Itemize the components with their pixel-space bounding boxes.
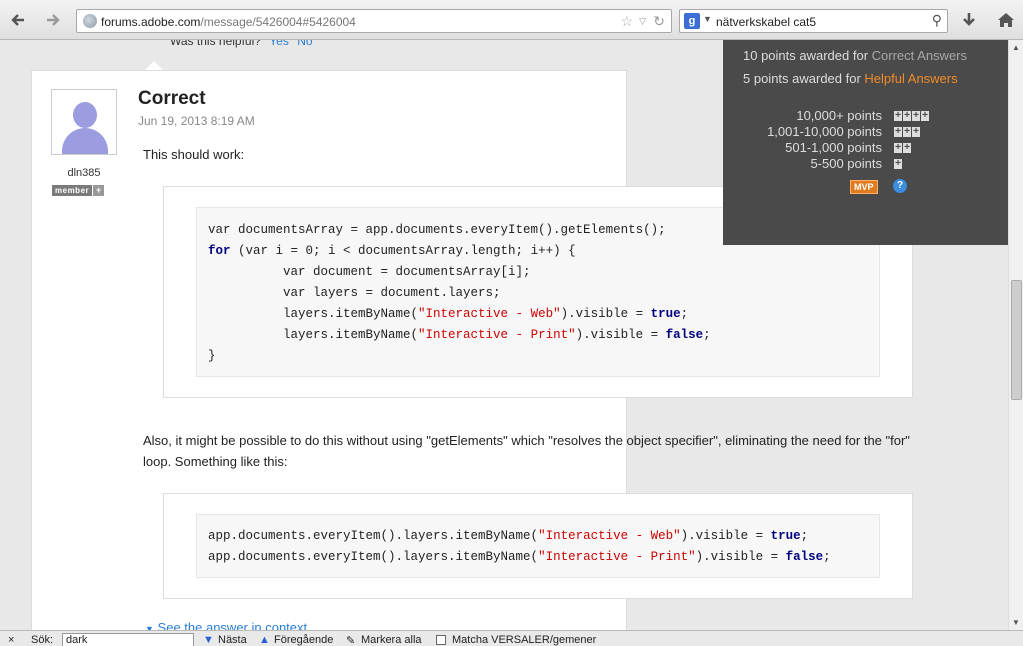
search-bar[interactable]: g ▼ nätverkskabel cat5 ⚲ xyxy=(679,9,948,33)
download-arrow-icon xyxy=(963,13,975,26)
find-input[interactable]: dark xyxy=(62,633,194,646)
home-icon xyxy=(998,13,1014,27)
correct-points-row: 10 points awarded for Correct Answers xyxy=(743,48,967,63)
url-domain: forums.adobe.com xyxy=(101,15,201,29)
rank-badge: member + xyxy=(52,185,105,196)
code-line: app.documents.everyItem().layers.itemByN… xyxy=(208,529,809,543)
middle-text: Also, it might be possible to do this wi… xyxy=(143,433,910,469)
scroll-thumb[interactable] xyxy=(1011,280,1022,400)
match-case-label: Matcha VERSALER/gemener xyxy=(452,634,597,646)
highlight-all-button[interactable]: Markera alla xyxy=(361,634,422,646)
find-next-button[interactable]: Nästa xyxy=(218,634,247,646)
back-arrow-icon xyxy=(11,14,24,26)
match-case-checkbox[interactable] xyxy=(436,635,446,645)
globe-icon xyxy=(83,14,97,28)
helpful-yes-link[interactable]: Yes xyxy=(269,40,289,48)
url-text: forums.adobe.com/message/5426004#5426004 xyxy=(101,15,356,29)
points-level-badge: + + + xyxy=(894,126,920,137)
address-bar[interactable]: forums.adobe.com/message/5426004#5426004… xyxy=(76,9,672,33)
points-level-label: 10,000+ points xyxy=(796,108,882,123)
points-level-badge: + + xyxy=(894,142,911,153)
find-label: Sök: xyxy=(31,634,54,646)
helpful-points-text: 5 points awarded for xyxy=(743,71,865,86)
code-line: layers.itemByName("Interactive - Web").v… xyxy=(208,307,689,321)
code-block-2-inner: app.documents.everyItem().layers.itemByN… xyxy=(196,514,880,578)
code-line: var layers = document.layers; xyxy=(208,286,501,300)
code-line: layers.itemByName("Interactive - Print")… xyxy=(208,328,711,342)
code-line: } xyxy=(208,349,216,363)
helpful-no-link[interactable]: No xyxy=(297,40,312,48)
helpful-answers-link[interactable]: Helpful Answers xyxy=(864,71,957,86)
points-level-label: 5-500 points xyxy=(810,156,882,171)
avatar-head xyxy=(73,102,97,128)
helpful-row: Was this helpful? Yes No xyxy=(170,40,313,48)
points-level-badge: + xyxy=(894,158,902,169)
mvp-badge: MVP xyxy=(850,180,878,194)
answer-in-context-link[interactable]: ▼ See the answer in context xyxy=(145,620,307,630)
close-icon[interactable]: × xyxy=(8,634,14,646)
back-button[interactable] xyxy=(7,9,29,31)
find-bar: × Sök: dark ▼ Nästa ▲ Föregående ✎ Marke… xyxy=(0,630,1023,646)
reload-icon[interactable]: ↻ xyxy=(653,13,665,30)
plus-icon: + xyxy=(93,185,105,196)
arrow-down-icon: ▼ xyxy=(203,634,214,646)
search-query[interactable]: nätverkskabel cat5 xyxy=(716,15,816,29)
points-level-label: 501-1,000 points xyxy=(785,140,882,155)
search-icon[interactable]: ⚲ xyxy=(932,12,942,29)
page-content: Was this helpful? Yes No dln385 member +… xyxy=(0,40,1008,630)
answer-link-label: See the answer in context xyxy=(157,620,308,630)
points-level-label: 1,001-10,000 points xyxy=(767,124,882,139)
code-listing-2: app.documents.everyItem().layers.itemByN… xyxy=(208,526,879,568)
home-button[interactable] xyxy=(995,9,1017,31)
post-date: Jun 19, 2013 8:19 AM xyxy=(138,114,255,128)
download-button[interactable] xyxy=(958,9,980,31)
correct-answers-link[interactable]: Correct Answers xyxy=(872,48,967,63)
chevron-down-icon[interactable]: ▽ xyxy=(639,16,646,27)
code-block-2: app.documents.everyItem().layers.itemByN… xyxy=(163,493,913,599)
scroll-down-icon[interactable]: ▼ xyxy=(1012,618,1020,627)
rank-label: member xyxy=(52,185,93,196)
helpful-label: Was this helpful? xyxy=(170,40,261,48)
code-line: var document = documentsArray[i]; xyxy=(208,265,531,279)
code-line: app.documents.everyItem().layers.itemByN… xyxy=(208,550,831,564)
post-title: Correct xyxy=(138,88,206,109)
forward-arrow-icon xyxy=(47,14,60,26)
helpful-points-row: 5 points awarded for Helpful Answers xyxy=(743,71,958,86)
url-path: /message/5426004#5426004 xyxy=(200,15,356,29)
avatar[interactable] xyxy=(51,89,117,155)
avatar-body xyxy=(62,128,108,154)
find-previous-button[interactable]: Föregående xyxy=(274,634,333,646)
scroll-up-icon[interactable]: ▲ xyxy=(1012,43,1020,52)
browser-toolbar: forums.adobe.com/message/5426004#5426004… xyxy=(0,0,1023,40)
forward-button[interactable] xyxy=(42,9,64,31)
points-sidebar: 10 points awarded for Correct Answers 5 … xyxy=(723,40,1008,245)
star-icon[interactable]: ☆ xyxy=(620,13,633,30)
search-engine-icon[interactable]: g xyxy=(684,13,700,29)
highlight-icon: ✎ xyxy=(346,635,356,646)
points-level-badge: + + + + xyxy=(894,110,929,121)
correct-points-text: 10 points awarded for xyxy=(743,48,872,63)
engine-dropdown-icon[interactable]: ▼ xyxy=(703,14,712,24)
arrow-up-icon: ▲ xyxy=(259,634,270,646)
intro-text: This should work: xyxy=(143,147,245,162)
username[interactable]: dln385 xyxy=(51,167,117,179)
vertical-scrollbar[interactable]: ▲ ▼ xyxy=(1008,40,1023,630)
help-icon[interactable]: ? xyxy=(893,179,907,193)
